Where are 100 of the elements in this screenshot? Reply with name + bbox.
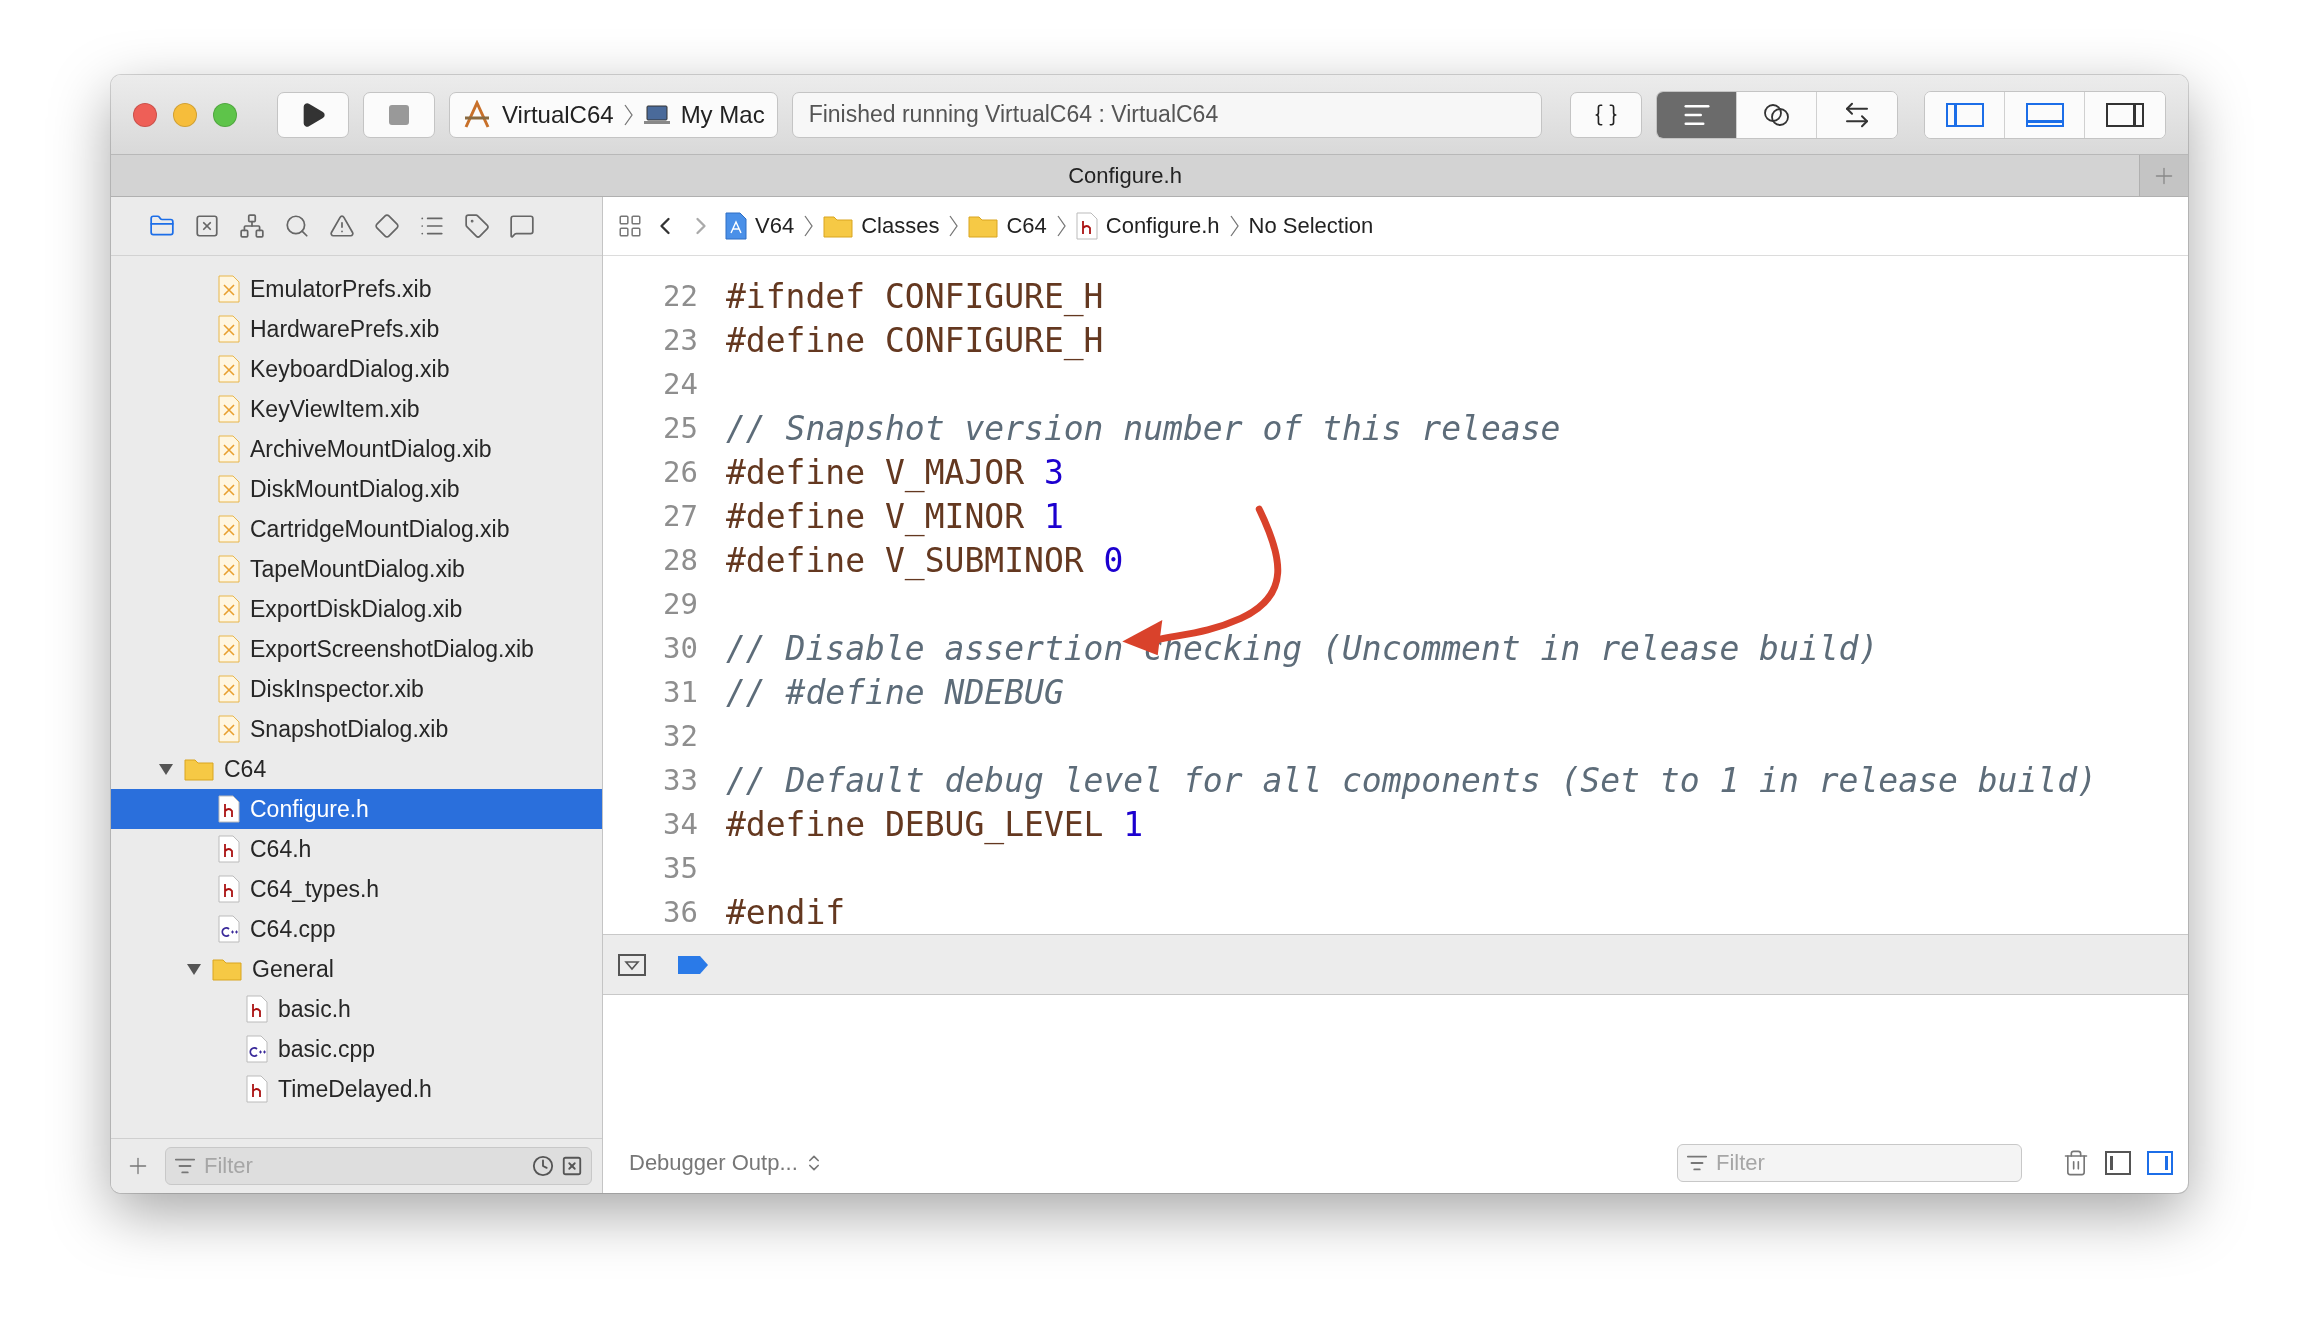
folder-icon (968, 214, 999, 238)
interface-file-icon (218, 435, 240, 463)
chevron-icon (804, 215, 814, 237)
disclosure-triangle-icon[interactable] (186, 962, 202, 976)
app-icon (462, 99, 492, 130)
file-row[interactable]: ExportScreenshotDialog.xib (111, 629, 602, 669)
filter-field[interactable]: Filter (1677, 1144, 2022, 1182)
file-row[interactable]: C64_types.h (111, 869, 602, 909)
interface-file-icon (218, 355, 240, 383)
line-number: 30 (662, 631, 698, 665)
disclosure-triangle-icon[interactable] (158, 762, 174, 776)
collapse-panel-icon (617, 952, 647, 977)
header-file-icon (218, 795, 240, 823)
chevron-icon (1229, 215, 1239, 237)
line-number: 32 (662, 719, 698, 753)
panel-toggle-button[interactable] (1925, 91, 2005, 138)
message-icon (509, 213, 535, 239)
panel-toggle-control[interactable] (1924, 90, 2166, 139)
line-number: 24 (662, 367, 698, 401)
filter-field[interactable]: Filter (165, 1147, 592, 1185)
braces-icon (1593, 101, 1619, 128)
interface-file-icon (218, 635, 240, 663)
interface-file-icon (218, 395, 240, 423)
file-row[interactable]: CartridgeMountDialog.xib (111, 509, 602, 549)
destination-name: My Mac (680, 100, 765, 129)
line-number: 23 (662, 323, 698, 357)
code-line: // Default debug level for all components (Set to 1 in release build) (726, 760, 2097, 800)
output-mode-selector[interactable]: Debugger Outp... (623, 1149, 830, 1177)
jump-bar-item[interactable]: C64 (966, 213, 1049, 239)
view-toggle-button[interactable] (2104, 1149, 2132, 1177)
folder-icon (184, 757, 214, 781)
folder-row[interactable]: C64 (111, 749, 602, 789)
view-toggle-button[interactable] (2146, 1149, 2174, 1177)
interface-file-icon (218, 315, 240, 343)
code-line: #endif (726, 892, 846, 932)
clock-icon (532, 1155, 554, 1177)
source-file-icon (218, 915, 240, 943)
interface-file-icon (218, 515, 240, 543)
file-row[interactable]: KeyboardDialog.xib (111, 349, 602, 389)
code-line: #ifndef CONFIGURE_H (726, 276, 1104, 316)
related-items-button[interactable] (617, 213, 643, 239)
scheme-name: VirtualC64 (502, 100, 614, 129)
jump-bar-item[interactable]: Configure.h (1073, 212, 1222, 240)
hierarchy-icon (239, 213, 265, 239)
file-row[interactable]: C64.h (111, 829, 602, 869)
laptop-icon (642, 103, 671, 126)
file-row[interactable]: EmulatorPrefs.xib (111, 269, 602, 309)
file-row[interactable]: ArchiveMountDialog.xib (111, 429, 602, 469)
file-row[interactable]: SnapshotDialog.xib (111, 709, 602, 749)
project-file-icon (725, 212, 747, 240)
tag-icon (464, 213, 490, 239)
header-file-icon (1075, 212, 1098, 240)
line-number: 33 (662, 763, 698, 797)
interface-file-icon (218, 595, 240, 623)
navigator-tab[interactable] (372, 211, 402, 241)
code-line: #define V_MAJOR 3 (726, 452, 1064, 492)
scheme-selector[interactable]: VirtualC64 My Mac (449, 91, 778, 138)
line-number: 29 (662, 587, 698, 621)
editor-mode-control[interactable] (1656, 90, 1898, 139)
diamond-icon (374, 213, 400, 239)
activity-status: Finished running VirtualC64 : VirtualC64 (791, 91, 1542, 138)
file-row[interactable]: basic.cpp (111, 1029, 602, 1069)
header-file-icon (246, 1075, 268, 1103)
line-number: 22 (662, 279, 698, 313)
file-row[interactable]: HardwarePrefs.xib (111, 309, 602, 349)
source-file-icon (246, 1035, 268, 1063)
code-review-button[interactable] (1570, 91, 1642, 138)
navigator-tab[interactable] (462, 211, 492, 241)
stop-icon (387, 102, 411, 127)
line-number: 36 (662, 895, 698, 929)
navigator-tab[interactable] (237, 211, 267, 241)
jump-bar-item[interactable]: V64 (723, 212, 797, 240)
editor-mode-button[interactable] (1657, 91, 1737, 138)
interface-file-icon (218, 555, 240, 583)
close-button[interactable] (133, 102, 157, 127)
header-file-icon (218, 835, 240, 863)
folder-row[interactable]: General (111, 949, 602, 989)
jump-bar-item[interactable]: Classes (821, 213, 942, 239)
file-row[interactable]: basic.h (111, 989, 602, 1029)
line-number: 35 (662, 851, 698, 885)
code-line: #define V_MINOR 1 (726, 496, 1064, 536)
run-button[interactable] (277, 91, 349, 138)
file-row[interactable]: KeyViewItem.xib (111, 389, 602, 429)
interface-file-icon (218, 475, 240, 503)
stop-button[interactable] (363, 91, 435, 138)
file-row[interactable]: TapeMountDialog.xib (111, 549, 602, 589)
file-row[interactable]: Configure.h (111, 789, 602, 829)
header-file-icon (218, 875, 240, 903)
code-line: // Snapshot version number of this release (726, 408, 1561, 448)
clear-console-button[interactable] (2062, 1149, 2090, 1177)
file-row[interactable]: TimeDelayed.h (111, 1069, 602, 1109)
file-row[interactable]: C64.cpp (111, 909, 602, 949)
line-number: 34 (662, 807, 698, 841)
file-row[interactable]: ExportDiskDialog.xib (111, 589, 602, 629)
interface-file-icon (218, 275, 240, 303)
breakpoint-icon[interactable] (677, 953, 709, 976)
file-row[interactable]: DiskInspector.xib (111, 669, 602, 709)
hide-debug-area-button[interactable] (617, 952, 647, 977)
file-row[interactable]: DiskMountDialog.xib (111, 469, 602, 509)
jump-bar-item[interactable]: No Selection (1246, 213, 1376, 239)
